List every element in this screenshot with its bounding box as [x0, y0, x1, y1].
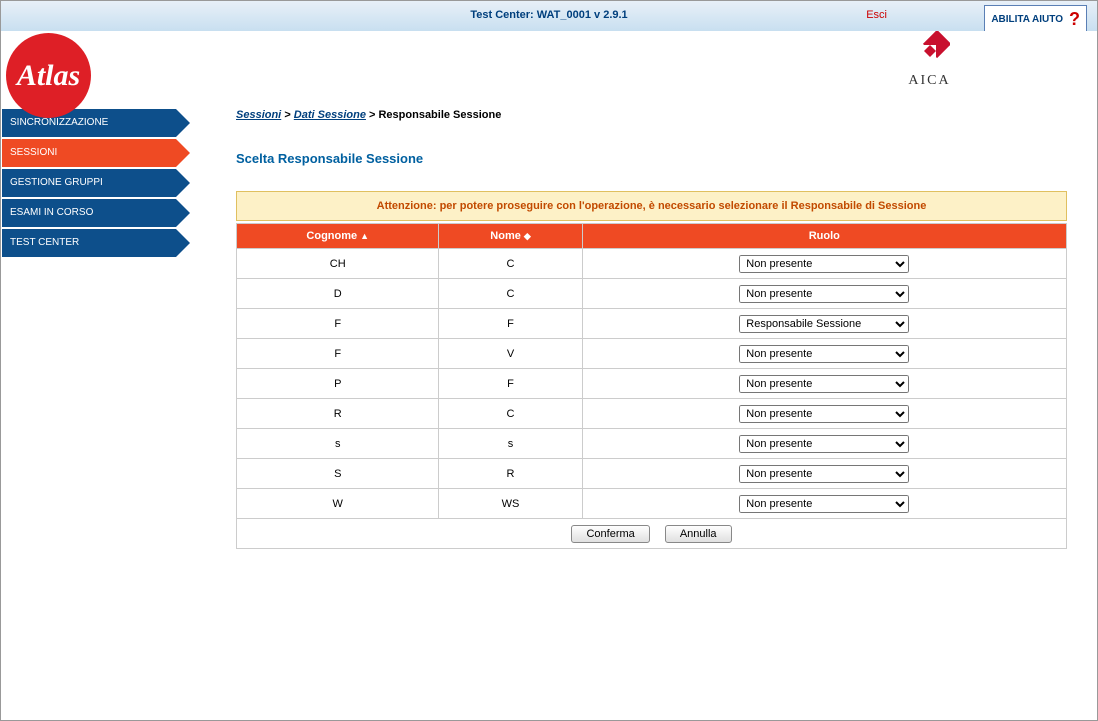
table-row: DC Non presenteResponsabile Sessione — [237, 279, 1067, 309]
confirm-button[interactable]: Conferma — [571, 525, 649, 543]
role-select[interactable]: Non presenteResponsabile Sessione — [739, 255, 909, 273]
warning-message: Attenzione: per potere proseguire con l'… — [236, 191, 1067, 221]
cell-ruolo: Non presenteResponsabile Sessione — [582, 429, 1066, 459]
col-cognome[interactable]: Cognome▲ — [237, 224, 439, 249]
role-select[interactable]: Non presenteResponsabile Sessione — [739, 495, 909, 513]
role-select[interactable]: Non presenteResponsabile Sessione — [739, 375, 909, 393]
table-row: FF Non presenteResponsabile Sessione — [237, 309, 1067, 339]
breadcrumb-current: Responsabile Sessione — [378, 109, 501, 121]
role-select[interactable]: Non presenteResponsabile Sessione — [739, 285, 909, 303]
cell-cognome: CH — [237, 249, 439, 279]
role-select[interactable]: Non presenteResponsabile Sessione — [739, 315, 909, 333]
cell-cognome: D — [237, 279, 439, 309]
cell-nome: s — [439, 429, 582, 459]
cell-ruolo: Non presenteResponsabile Sessione — [582, 489, 1066, 519]
sidebar-item-test-center[interactable]: TEST CENTER — [2, 229, 176, 257]
breadcrumb-link-sessioni[interactable]: Sessioni — [236, 109, 281, 121]
cell-ruolo: Non presenteResponsabile Sessione — [582, 369, 1066, 399]
sidebar-item-gestione-gruppi[interactable]: GESTIONE GRUPPI — [2, 169, 176, 197]
cell-nome: C — [439, 399, 582, 429]
logout-link[interactable]: Esci — [866, 9, 887, 21]
cell-ruolo: Non presenteResponsabile Sessione — [582, 249, 1066, 279]
col-ruolo: Ruolo — [582, 224, 1066, 249]
responsabili-table: Cognome▲ Nome◆ Ruolo CHCNon presenteResp… — [236, 223, 1067, 549]
header-title: Test Center: WAT_0001 v 2.9.1 — [470, 9, 627, 21]
table-row: SR Non presenteResponsabile Sessione — [237, 459, 1067, 489]
role-select[interactable]: Non presenteResponsabile Sessione — [739, 465, 909, 483]
table-row: WWS Non presenteResponsabile Sessione — [237, 489, 1067, 519]
table-row: RC Non presenteResponsabile Sessione — [237, 399, 1067, 429]
cell-nome: WS — [439, 489, 582, 519]
cell-cognome: R — [237, 399, 439, 429]
role-select[interactable]: Non presenteResponsabile Sessione — [739, 345, 909, 363]
cell-nome: C — [439, 249, 582, 279]
cell-nome: R — [439, 459, 582, 489]
sidebar-item-sessioni[interactable]: SESSIONI — [2, 139, 176, 167]
sidebar: SINCRONIZZAZIONESESSIONIGESTIONE GRUPPIE… — [1, 109, 176, 549]
aica-label: AICA — [902, 73, 957, 89]
sidebar-item-esami-in-corso[interactable]: ESAMI IN CORSO — [2, 199, 176, 227]
table-row: ss Non presenteResponsabile Sessione — [237, 429, 1067, 459]
col-nome[interactable]: Nome◆ — [439, 224, 582, 249]
help-label: ABILITA AIUTO — [991, 14, 1063, 25]
cell-cognome: s — [237, 429, 439, 459]
cell-ruolo: Non presenteResponsabile Sessione — [582, 459, 1066, 489]
table-row: CHC Non presenteResponsabile Sessione — [237, 249, 1067, 279]
cell-nome: V — [439, 339, 582, 369]
cell-ruolo: Non presenteResponsabile Sessione — [582, 279, 1066, 309]
cancel-button[interactable]: Annulla — [665, 525, 732, 543]
cell-nome: F — [439, 369, 582, 399]
help-icon: ? — [1069, 9, 1080, 30]
page-title: Scelta Responsabile Sessione — [236, 151, 1067, 166]
cell-nome: F — [439, 309, 582, 339]
table-row: PF Non presenteResponsabile Sessione — [237, 369, 1067, 399]
cell-cognome: W — [237, 489, 439, 519]
atlas-logo: Atlas — [6, 33, 91, 118]
role-select[interactable]: Non presenteResponsabile Sessione — [739, 435, 909, 453]
cell-ruolo: Non presenteResponsabile Sessione — [582, 309, 1066, 339]
cell-cognome: F — [237, 339, 439, 369]
cell-ruolo: Non presenteResponsabile Sessione — [582, 339, 1066, 369]
cell-cognome: S — [237, 459, 439, 489]
breadcrumb: Sessioni > Dati Sessione > Responsabile … — [236, 109, 1067, 121]
cell-cognome: F — [237, 309, 439, 339]
cell-nome: C — [439, 279, 582, 309]
sort-asc-icon: ▲ — [360, 231, 369, 241]
cell-cognome: P — [237, 369, 439, 399]
role-select[interactable]: Non presenteResponsabile Sessione — [739, 405, 909, 423]
sort-icon: ◆ — [524, 231, 531, 241]
cell-ruolo: Non presenteResponsabile Sessione — [582, 399, 1066, 429]
breadcrumb-link-dati-sessione[interactable]: Dati Sessione — [294, 109, 366, 121]
help-button[interactable]: ABILITA AIUTO ? — [984, 5, 1087, 34]
aica-logo: AICA — [902, 31, 957, 89]
table-row: FV Non presenteResponsabile Sessione — [237, 339, 1067, 369]
